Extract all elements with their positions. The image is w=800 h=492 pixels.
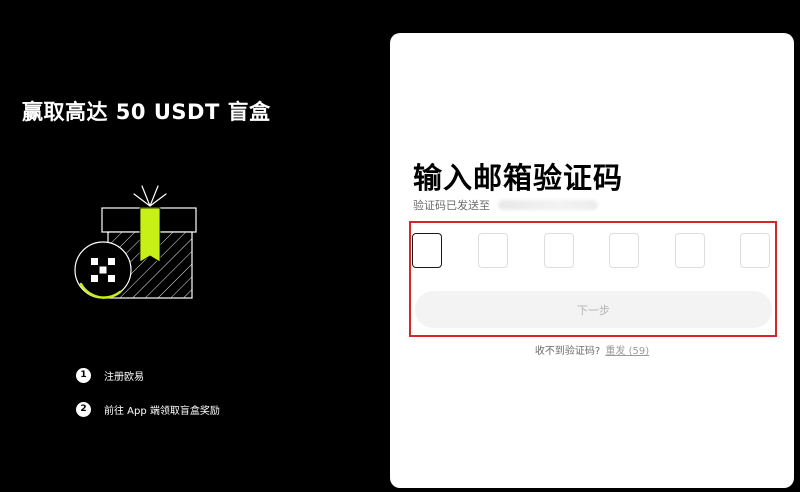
step-label: 前往 App 端领取盲盒奖励 <box>104 405 220 417</box>
masked-email <box>498 200 598 210</box>
code-digit-2[interactable] <box>478 233 508 268</box>
step-number-badge: 2 <box>76 401 91 417</box>
verification-card: 输入邮箱验证码 验证码已发送至 下一步 收不到验证码? 重发 (59) <box>390 33 794 488</box>
sent-to-label: 验证码已发送至 <box>413 199 490 212</box>
code-digit-4[interactable] <box>609 233 639 268</box>
promo-title: 赢取高达 50 USDT 盲盒 <box>22 100 271 124</box>
step-item: 2 前往 App 端领取盲盒奖励 <box>76 400 220 418</box>
code-digit-6[interactable] <box>740 233 770 268</box>
step-list: 1 注册欧易 2 前往 App 端领取盲盒奖励 <box>76 366 220 434</box>
code-digit-1[interactable] <box>412 233 442 268</box>
page-title: 输入邮箱验证码 <box>413 161 624 195</box>
step-number-badge: 1 <box>76 367 91 383</box>
resend-prompt: 收不到验证码? <box>534 346 601 357</box>
step-item: 1 注册欧易 <box>76 366 220 384</box>
step-label: 注册欧易 <box>104 371 144 383</box>
resend-row: 收不到验证码? 重发 (59) <box>390 342 794 357</box>
verification-code-input[interactable] <box>412 233 772 269</box>
gift-box-illustration <box>74 185 197 299</box>
code-digit-5[interactable] <box>675 233 705 268</box>
code-digit-3[interactable] <box>544 233 574 268</box>
resend-link[interactable]: 重发 (59) <box>605 346 649 357</box>
sent-to-row: 验证码已发送至 <box>413 197 598 213</box>
next-step-button[interactable]: 下一步 <box>415 291 772 328</box>
